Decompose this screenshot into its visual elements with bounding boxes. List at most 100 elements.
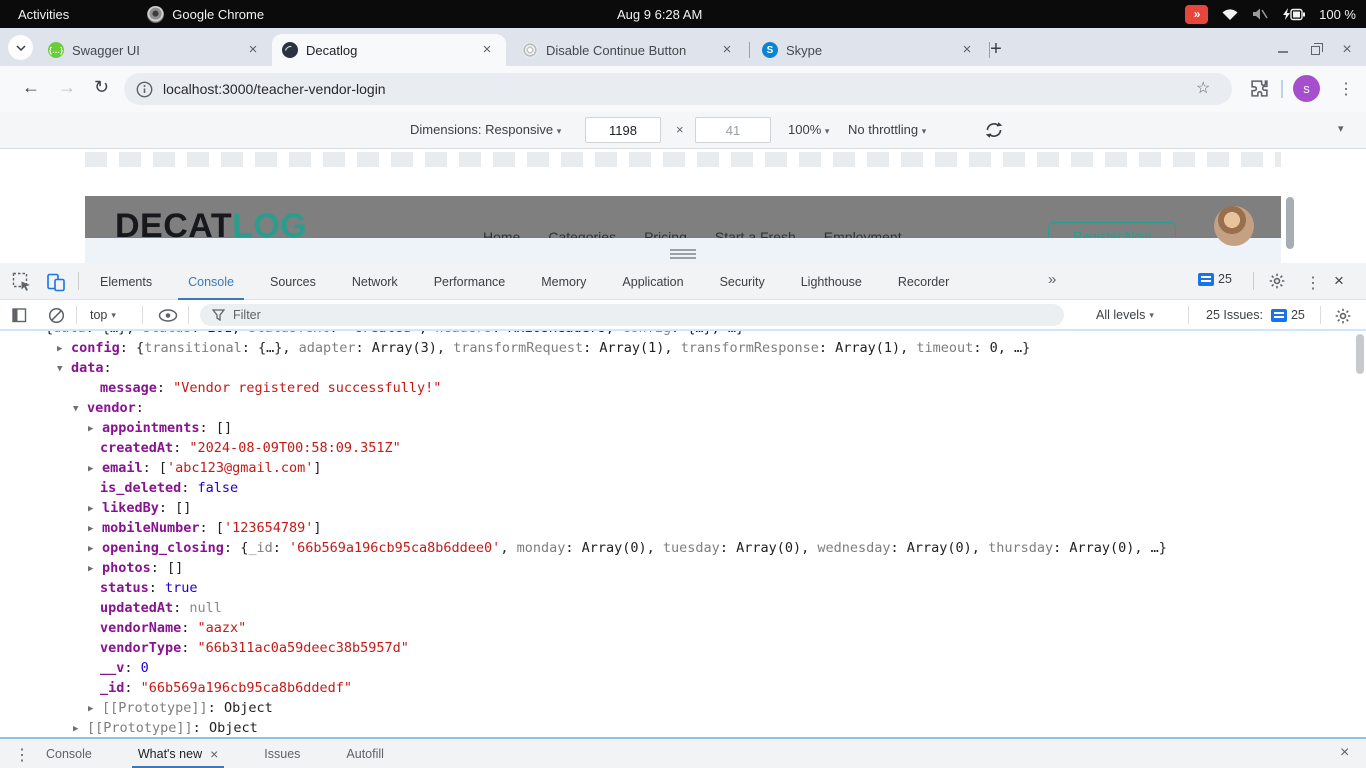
console-line[interactable]: ▶opening_closing: {_id: '66b569a196cb95c… [0,538,1366,558]
rotate-device-icon[interactable] [983,120,1005,140]
console-line[interactable]: ▼vendor: [0,398,1366,418]
drawer-tab-console[interactable]: Console [40,739,98,768]
clock[interactable]: Aug 9 6:28 AM [617,7,702,22]
expand-triangle-icon[interactable]: ▶ [88,559,102,579]
console-line[interactable]: ▶config: {transitional: {…}, adapter: Ar… [0,338,1366,358]
issues-counter[interactable]: 25 Issues: 25 [1206,300,1305,330]
console-line[interactable]: ▶email: ['abc123@gmail.com'] [0,458,1366,478]
devtools-tab-elements[interactable]: Elements [96,263,156,300]
devtools-tab-sources[interactable]: Sources [266,263,320,300]
expand-triangle-icon[interactable]: ▶ [88,519,102,539]
viewport-width-input[interactable] [585,117,661,143]
muted-speaker-icon [1252,7,1269,21]
extensions-puzzle-icon[interactable] [1250,79,1269,98]
tab-close-button[interactable]: × [958,41,976,59]
window-restore-button[interactable] [1305,40,1325,60]
profile-avatar[interactable]: s [1293,75,1320,102]
inspect-element-icon[interactable] [12,272,32,292]
tab-swagger-ui[interactable]: {…} Swagger UI × [38,34,272,66]
log-levels-select[interactable]: All levels ▾ [1096,300,1154,330]
message-bubble-icon [1198,273,1214,286]
collapse-triangle-icon[interactable]: ▼ [57,359,71,379]
console-line[interactable]: ▶[[Prototype]]: Object [0,698,1366,718]
tab-close-button[interactable]: × [244,41,262,59]
tab-close-button[interactable]: × [718,41,736,59]
site-info-icon[interactable] [136,81,153,98]
window-close-button[interactable]: × [1337,40,1357,60]
tab-disable-continue-button[interactable]: Disable Continue Button × [512,34,746,66]
tab-skype[interactable]: S Skype × [752,34,986,66]
back-button[interactable]: ← [22,77,40,98]
drawer-close-button[interactable]: × [1340,744,1349,762]
activities-button[interactable]: Activities [18,7,69,22]
console-line[interactable]: ▶mobileNumber: ['123654789'] [0,518,1366,538]
page-user-avatar[interactable] [1214,206,1254,246]
console-filter-input[interactable] [233,308,933,322]
drawer-menu-kebab-icon[interactable]: ⋮ [14,745,30,765]
expand-triangle-icon[interactable]: ▶ [88,499,102,519]
drawer-tab-close-button[interactable]: × [210,746,218,762]
javascript-context-select[interactable]: top ▾ [90,300,116,330]
page-nav-link[interactable]: Pricing [644,229,687,238]
console-line[interactable]: ▶[[Prototype]]: Object [0,718,1366,737]
forward-button[interactable]: → [58,77,76,98]
expand-triangle-icon[interactable]: ▶ [57,339,71,359]
reload-button[interactable]: ↻ [94,77,109,98]
expand-triangle-icon[interactable]: ▶ [88,459,102,479]
drawer-tab-what-s-new[interactable]: What's new× [132,739,224,768]
drawer-tab-issues[interactable]: Issues [258,739,306,768]
device-toolbar-overflow-chevron-icon[interactable]: ▾ [1338,122,1344,135]
zoom-select[interactable]: 100% ▾ [788,122,829,137]
console-settings-gear-icon[interactable] [1334,307,1352,325]
throttling-select[interactable]: No throttling ▾ [848,122,926,137]
page-nav-link[interactable]: Employment [824,229,902,238]
tab-search-button[interactable] [8,35,33,60]
devtools-tab-recorder[interactable]: Recorder [894,263,953,300]
toggle-device-toolbar-icon[interactable] [46,272,66,292]
devtools-tab-application[interactable]: Application [618,263,687,300]
tab-close-button[interactable]: × [478,41,496,59]
devtools-tab-performance[interactable]: Performance [430,263,510,300]
console-line[interactable]: ▶likedBy: [] [0,498,1366,518]
console-line[interactable]: ▶photos: [] [0,558,1366,578]
live-expression-eye-icon[interactable] [158,309,178,322]
new-tab-button[interactable]: + [984,38,1008,61]
address-bar[interactable]: localhost:3000/teacher-vendor-login [124,73,1232,105]
console-sidebar-toggle-icon[interactable] [12,308,27,323]
console-message-count[interactable]: 25 [1198,272,1232,286]
tab-decatlog[interactable]: Decatlog × [272,34,506,66]
expand-triangle-icon[interactable]: ▶ [73,719,87,737]
expand-triangle-icon[interactable]: ▶ [88,539,102,559]
window-minimize-button[interactable] [1273,40,1293,60]
drawer-tab-autofill[interactable]: Autofill [340,739,390,768]
collapse-triangle-icon[interactable]: ▼ [73,399,87,419]
screen-share-indicator-icon[interactable]: » [1185,5,1208,24]
page-nav-link[interactable]: Categories [548,229,616,238]
dimensions-select[interactable]: Dimensions: Responsive ▾ [410,122,561,137]
devtools-menu-kebab-icon[interactable]: ⋮ [1305,273,1321,293]
console-scrollbar[interactable] [1356,334,1364,374]
expand-triangle-icon[interactable]: ▶ [88,699,102,719]
devtools-close-button[interactable]: × [1334,271,1344,291]
browser-menu-kebab-icon[interactable]: ⋮ [1338,79,1354,99]
devtools-tab-security[interactable]: Security [716,263,769,300]
page-cta-button[interactable]: Register Now [1048,222,1176,238]
page-nav-link[interactable]: Start a Fresh [715,229,796,238]
page-nav-link[interactable]: Home [483,229,520,238]
devtools-tab-lighthouse[interactable]: Lighthouse [797,263,866,300]
console-filter-box[interactable] [200,304,1064,326]
console-line[interactable]: ▶appointments: [] [0,418,1366,438]
devtools-tab-console[interactable]: Console [184,263,238,300]
more-tabs-chevron[interactable]: » [1048,271,1056,288]
devtools-tab-network[interactable]: Network [348,263,402,300]
devtools-resize-grip[interactable] [670,249,696,261]
page-scrollbar[interactable] [1286,197,1294,249]
bookmark-star-icon[interactable]: ☆ [1196,78,1210,98]
devtools-tab-memory[interactable]: Memory [537,263,590,300]
console-line[interactable]: ▼data: [0,358,1366,378]
devtools-settings-gear-icon[interactable] [1268,272,1286,290]
clear-console-icon[interactable] [48,307,65,324]
battery-percent[interactable]: 100 % [1319,7,1356,22]
viewport-height-input[interactable] [695,117,771,143]
expand-triangle-icon[interactable]: ▶ [88,419,102,439]
